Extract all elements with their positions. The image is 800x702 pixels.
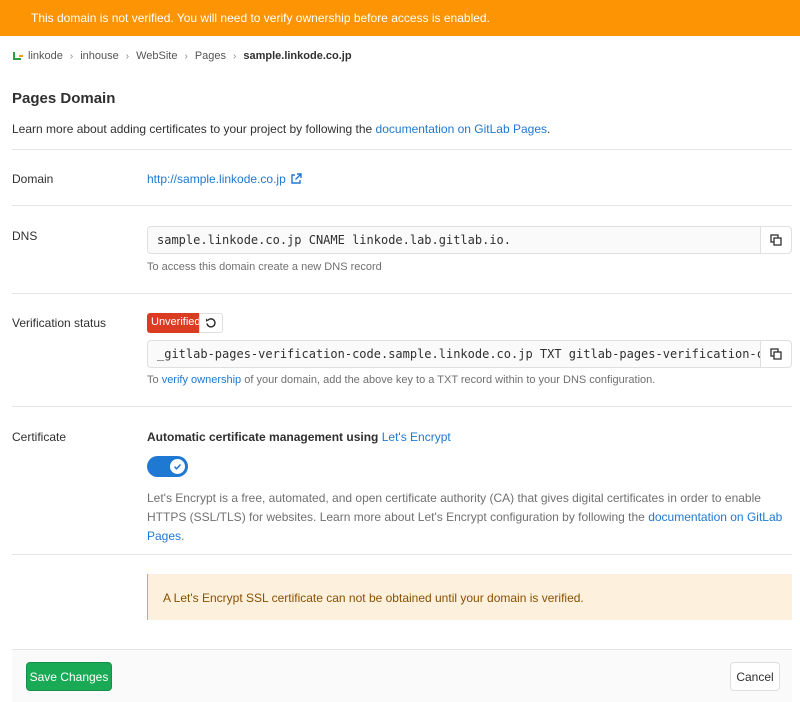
toggle-knob (170, 459, 185, 474)
breadcrumb-inhouse[interactable]: inhouse (80, 50, 119, 62)
breadcrumb: linkode › inhouse › WebSite › Pages › sa… (12, 47, 352, 65)
page-intro: Learn more about adding certificates to … (12, 122, 550, 136)
lets-encrypt-link[interactable]: Let's Encrypt (382, 430, 451, 444)
check-icon (173, 463, 182, 470)
intro-docs-link[interactable]: documentation on GitLab Pages (376, 122, 547, 136)
copy-icon (770, 348, 782, 360)
domain-url[interactable]: http://sample.linkode.co.jp (147, 172, 286, 186)
project-logo-icon (12, 50, 24, 62)
breadcrumb-website[interactable]: WebSite (136, 50, 177, 62)
certificate-title: Automatic certificate management using L… (147, 430, 451, 444)
form-actions: Save Changes Cancel (12, 649, 792, 702)
divider (12, 205, 792, 206)
ssl-warning-text: A Let's Encrypt SSL certificate can not … (163, 591, 584, 605)
domain-label: Domain (12, 172, 54, 186)
page-title: Pages Domain (12, 90, 116, 107)
verification-help-prefix: To (147, 374, 162, 386)
verify-ownership-link[interactable]: verify ownership (162, 374, 241, 386)
copy-icon (770, 234, 782, 246)
certificate-description: Let's Encrypt is a free, automated, and … (147, 489, 787, 546)
dns-record-field: sample.linkode.co.jp CNAME linkode.lab.g… (147, 226, 792, 254)
intro-suffix: . (547, 122, 551, 136)
chevron-right-icon: › (69, 50, 74, 62)
retry-icon (206, 318, 216, 328)
breadcrumb-current[interactable]: sample.linkode.co.jp (243, 50, 351, 62)
dns-record-value[interactable]: sample.linkode.co.jp CNAME linkode.lab.g… (148, 227, 760, 253)
certificate-label: Certificate (12, 430, 67, 444)
breadcrumb-linkode[interactable]: linkode (28, 50, 63, 62)
retry-verification-button[interactable] (199, 313, 223, 333)
divider (12, 554, 792, 555)
external-link-icon (291, 173, 302, 184)
copy-dns-button[interactable] (760, 227, 791, 253)
certificate-title-text: Automatic certificate management using (147, 430, 382, 444)
save-changes-button[interactable]: Save Changes (26, 662, 112, 691)
divider (12, 406, 792, 407)
intro-text: Learn more about adding certificates to … (12, 122, 376, 136)
domain-link[interactable]: http://sample.linkode.co.jp (147, 172, 302, 186)
banner-text: This domain is not verified. You will ne… (31, 11, 490, 25)
auto-ssl-toggle[interactable] (147, 456, 188, 477)
verification-record-value[interactable]: _gitlab-pages-verification-code.sample.l… (148, 341, 760, 367)
verification-label: Verification status (12, 316, 107, 330)
divider (12, 293, 792, 294)
verification-help-suffix: of your domain, add the above key to a T… (241, 374, 656, 386)
dns-help-text: To access this domain create a new DNS r… (147, 261, 382, 273)
unverified-badge: Unverified (147, 313, 205, 333)
divider (12, 149, 792, 150)
copy-verification-button[interactable] (760, 341, 791, 367)
ssl-warning-alert: A Let's Encrypt SSL certificate can not … (147, 574, 792, 620)
verification-record-field: _gitlab-pages-verification-code.sample.l… (147, 340, 792, 368)
unverified-domain-banner: This domain is not verified. You will ne… (0, 0, 800, 36)
verification-help-text: To verify ownership of your domain, add … (147, 374, 655, 386)
certificate-desc-suffix: . (181, 529, 185, 543)
chevron-right-icon: › (233, 50, 237, 62)
breadcrumb-pages[interactable]: Pages (195, 50, 226, 62)
cancel-button[interactable]: Cancel (730, 662, 780, 691)
dns-label: DNS (12, 229, 38, 243)
chevron-right-icon: › (125, 50, 130, 62)
chevron-right-icon: › (184, 50, 188, 62)
